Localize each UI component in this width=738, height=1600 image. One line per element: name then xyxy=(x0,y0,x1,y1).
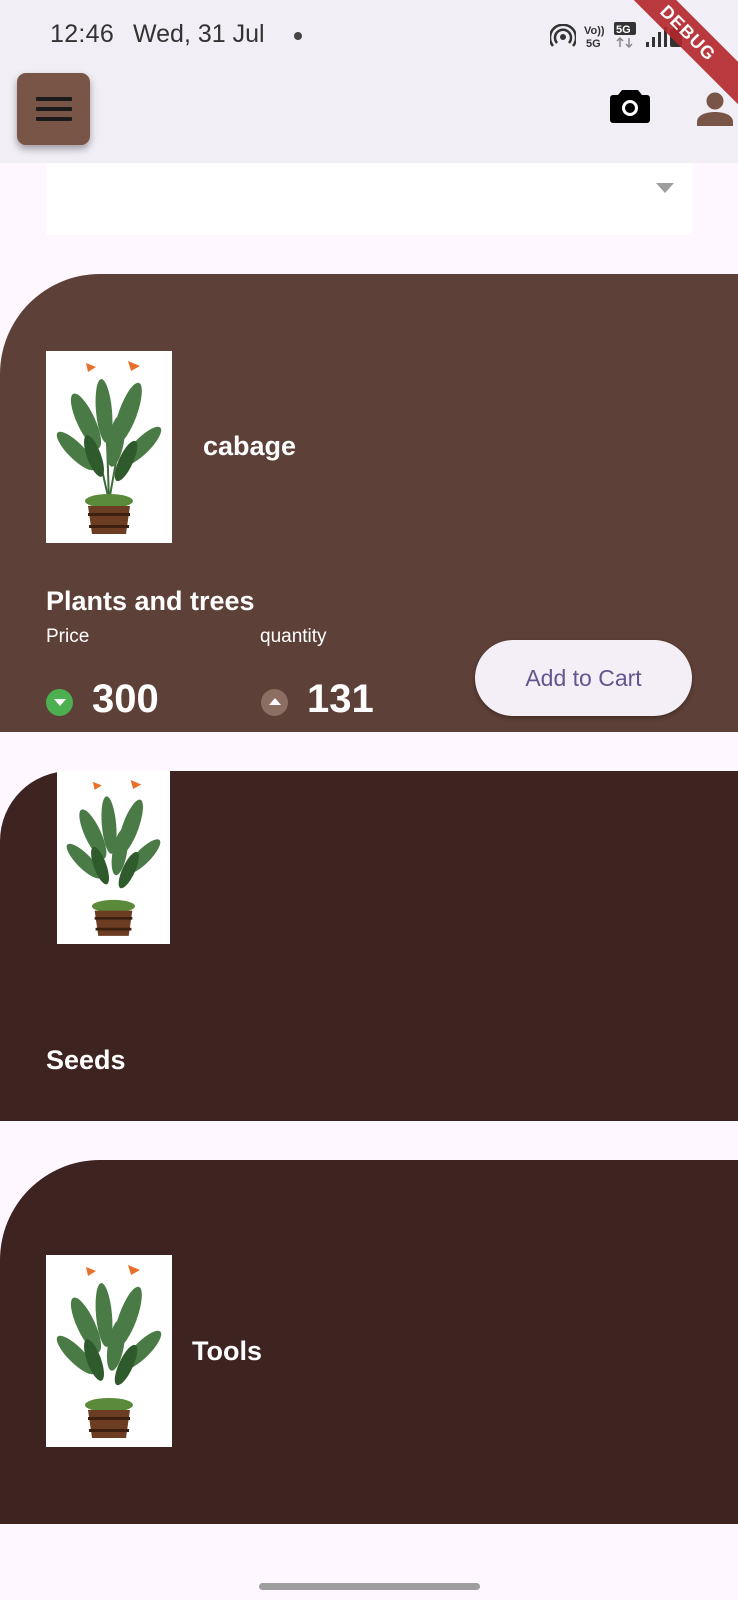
product-category: Plants and trees xyxy=(46,586,255,616)
hamburger-menu-icon xyxy=(35,97,72,121)
hotspot-icon xyxy=(550,24,576,47)
category-title: Tools xyxy=(192,1336,262,1366)
menu-button[interactable] xyxy=(17,73,90,145)
app-header: 12:46 Wed, 31 Jul Vo)) 5G 5G DEBUG xyxy=(0,0,738,163)
quantity-up-indicator-icon xyxy=(261,689,288,716)
product-name: cabage xyxy=(203,431,297,461)
category-dropdown[interactable] xyxy=(46,163,692,235)
notification-dot-icon xyxy=(294,32,302,40)
svg-text:5G: 5G xyxy=(586,38,601,50)
price-label: Price xyxy=(46,626,90,647)
category-card[interactable]: Tools xyxy=(0,1160,738,1524)
status-time: 12:46 xyxy=(50,20,115,48)
price-down-indicator-icon xyxy=(46,689,73,716)
camera-icon[interactable] xyxy=(610,88,650,124)
svg-text:Vo)): Vo)) xyxy=(584,25,605,37)
status-date: Wed, 31 Jul xyxy=(133,20,265,48)
category-image xyxy=(46,1255,172,1447)
quantity-label: quantity xyxy=(260,626,327,647)
category-title: Seeds xyxy=(46,1045,126,1075)
home-indicator[interactable] xyxy=(259,1583,480,1590)
potted-plant-icon xyxy=(57,771,170,944)
potted-plant-icon xyxy=(46,351,172,543)
5g-data-icon: 5G xyxy=(614,22,636,49)
price-value: 300 xyxy=(92,677,159,721)
quantity-value: 131 xyxy=(307,677,374,721)
category-card[interactable]: Seeds xyxy=(0,771,738,1121)
potted-plant-icon xyxy=(46,1255,172,1447)
dropdown-arrow-icon xyxy=(656,183,674,193)
add-to-cart-button[interactable]: Add to Cart xyxy=(475,640,692,716)
svg-text:5G: 5G xyxy=(616,24,631,36)
volte-5g-icon: Vo)) 5G xyxy=(584,25,605,50)
product-image xyxy=(46,351,172,543)
category-image xyxy=(57,771,170,944)
person-icon[interactable] xyxy=(697,92,733,126)
